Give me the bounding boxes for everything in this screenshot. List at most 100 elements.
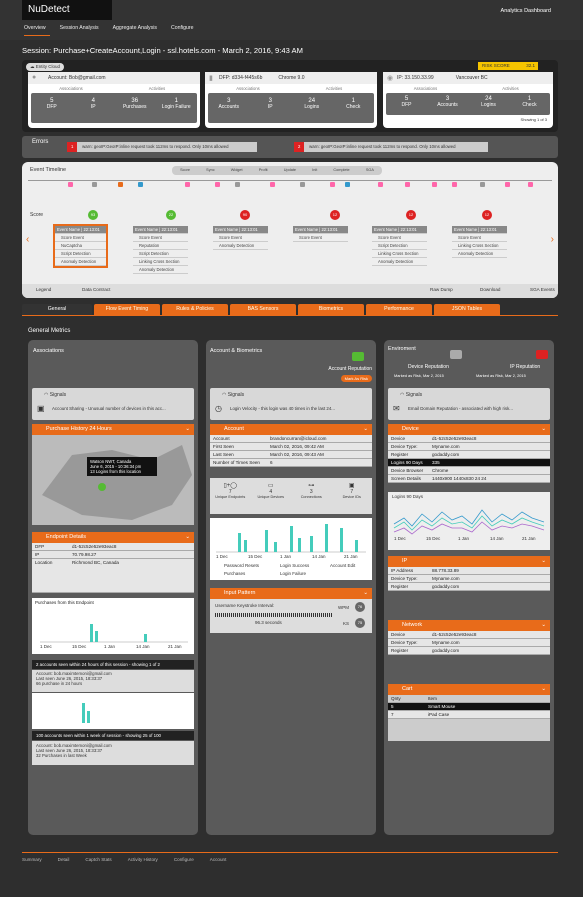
footer-captch-stats[interactable]: Captch Stats	[85, 857, 111, 862]
tab-rules-policies[interactable]: Rules & Policies	[162, 304, 228, 315]
score-circle[interactable]: 93	[88, 210, 98, 220]
account-biometrics-panel: Account & Biometrics Account Reputation …	[206, 340, 376, 835]
nav-session-analysis[interactable]: Session Analysis	[60, 25, 99, 31]
network-row: Register godaddy.com	[388, 647, 550, 655]
account-header[interactable]: Account ⌄	[210, 424, 372, 435]
stat-label: IP	[267, 104, 273, 110]
stat-label: Logins	[304, 104, 320, 110]
device-row: Device d1-52c52e52e93eac8	[388, 435, 550, 443]
x-tick: 1 Jan	[280, 554, 292, 559]
accounts-chart	[32, 693, 194, 729]
input-pattern-header[interactable]: Input Pattern ⌄	[210, 588, 372, 599]
cart-head-row: Qnty Item	[388, 695, 550, 703]
risk-score-value: 32.1	[526, 63, 535, 68]
account-entity-header: Account: Bob@gmail.com	[28, 72, 200, 84]
event-card[interactable]: Event Name | 22:13:01 Score Event Anomaly …	[213, 226, 268, 250]
dfp-entity-card[interactable]: DFP: d334-f445s6b Chrome 9.0 ▮ Associatio…	[205, 72, 377, 128]
footer-detail[interactable]: Detail	[58, 857, 70, 862]
device-mark-status[interactable]: Marked as Risk, Mar 2, 2015	[394, 373, 444, 378]
purchase-history-header[interactable]: Purchase History 24 Hours ⌄	[32, 424, 194, 435]
tab-flow-event-timing[interactable]: Flow Event Timing	[94, 304, 160, 315]
event-card[interactable]: Event Name | 22:13:01 Score Event Reputati…	[133, 226, 188, 274]
endpoint-details-header[interactable]: Endpoint Details ⌄	[32, 532, 194, 543]
tab-biometrics[interactable]: Biometrics	[298, 304, 364, 315]
tab-bas-sensors[interactable]: BAS Sensors	[230, 304, 296, 315]
pagination[interactable]: Showing 1 of 3	[383, 117, 553, 122]
tab-general[interactable]: General	[22, 304, 92, 315]
device-row: Screen Details 1440x900 1440x830 24 24	[388, 475, 550, 483]
risk-score-label: RISK SCORE	[482, 63, 510, 68]
footer-activity-history[interactable]: Activity History	[128, 857, 158, 862]
nav-aggregate-analysis[interactable]: Aggregate Analysis	[113, 25, 157, 31]
event-card[interactable]: Event Name | 22:13:01 Score Event NuCaptch…	[53, 224, 108, 268]
mark-as-risk-button[interactable]: Mark As Risk	[340, 375, 372, 382]
legend-entry: Purchases	[224, 571, 246, 576]
device-section: Device ⌄ Device d1-52c52e52e93eac8 Device …	[388, 424, 550, 483]
data-contract-label[interactable]: Data Contract	[82, 287, 110, 292]
ip-mark-status[interactable]: Marked as Risk, Mar 2, 2015	[476, 373, 526, 378]
session-title: Session: Purchase+CreateAccount,Login - …	[22, 46, 303, 55]
network-header[interactable]: Network ⌄	[388, 620, 550, 631]
purchase-map[interactable]: Watson NWT, Canada June 6, 2015 - 10:36:3…	[32, 435, 194, 525]
stat-label: Login Failure	[161, 104, 191, 110]
nav-configure[interactable]: Configure	[171, 25, 194, 31]
cart-header[interactable]: Cart ⌄	[388, 684, 550, 695]
score-circle[interactable]: 90	[240, 210, 250, 220]
event-card[interactable]: Event Name | 22:13:01 Score Event	[293, 226, 348, 242]
score-circle[interactable]: 12	[406, 210, 416, 220]
device-icon: ▮	[209, 75, 213, 82]
x-tick: 21 Jan	[344, 554, 358, 559]
stat-label: DFP	[401, 102, 412, 108]
footer-account[interactable]: Account	[210, 857, 227, 862]
raw-dump-button[interactable]: Raw Dump	[430, 287, 453, 292]
ks-label: KS	[343, 621, 350, 626]
score-label: Score	[30, 212, 44, 218]
endpoint-details-section: Endpoint Details ⌄ DFP d1-52c52e52e93eac8 …	[32, 532, 194, 593]
devices-icon: ▭	[267, 483, 274, 489]
device-reputation-label: Device Reputation	[408, 364, 449, 370]
signals-card: ◠ Signals ◷ Login Velocity - this login …	[210, 388, 372, 420]
chevron-down-icon: ⌄	[541, 622, 546, 628]
footer-summary[interactable]: Summary	[22, 857, 42, 862]
reputation-icon	[352, 352, 364, 361]
device-row: Device Type: Myname.com	[388, 443, 550, 451]
ip-entity-card[interactable]: IP: 33.150.33.99 Vancouver BC ◉ Associati…	[383, 72, 553, 128]
entity-cloud-label[interactable]: Entity Cloud	[36, 64, 60, 69]
tab-json-tables[interactable]: JSON Tables	[434, 304, 500, 315]
network-section: Network ⌄ Device d1-52c52e52e93eac8 Device…	[388, 620, 550, 655]
chevron-down-icon: ⌄	[363, 426, 368, 432]
device-header[interactable]: Device ⌄	[388, 424, 550, 435]
account-list-item[interactable]: Account: bob.maximtemoni@gmail.com Last s…	[32, 670, 194, 692]
score-circle[interactable]: 22	[166, 210, 176, 220]
ip-header[interactable]: IP ⌄	[388, 556, 550, 567]
x-tick: 1 Dec	[216, 554, 228, 559]
environment-panel: Enviroment Device Reputation IP Reputati…	[384, 340, 554, 835]
errors-title: Errors	[32, 139, 49, 145]
timeline-next-arrow[interactable]: ›	[551, 234, 554, 245]
tab-performance[interactable]: Performance	[366, 304, 432, 315]
account-entity-card[interactable]: Account: Bob@gmail.com ● Associations Act…	[28, 72, 200, 128]
download-button[interactable]: Download	[480, 287, 500, 292]
chevron-down-icon: ⌄	[185, 426, 190, 432]
score-circle[interactable]: 12	[330, 210, 340, 220]
timeline-title: Event Timeline	[30, 167, 67, 173]
timeline-prev-arrow[interactable]: ‹	[26, 234, 29, 245]
nav-overview[interactable]: Overview	[24, 25, 46, 31]
account-list-item[interactable]: Account: bob.maximtemoni@gmail.com Last s…	[32, 741, 194, 765]
top-bar: NuDetect Analytics Dashboard Overview Ses…	[0, 0, 583, 40]
sga-events-toggle[interactable]: SGA Events	[530, 287, 555, 292]
account-reputation-label: Account Reputation	[328, 366, 372, 372]
footer-configure[interactable]: Configure	[174, 857, 194, 862]
stat-label: Accounts	[437, 102, 458, 108]
event-card[interactable]: Event Name | 22:13:01 Score Event Linking …	[452, 226, 507, 258]
clock-icon: ◷	[215, 404, 222, 413]
stat-label: Accounts	[218, 104, 240, 110]
device-row: Device Browser Chrome	[388, 467, 550, 475]
ip-label: IP: 33.150.33.99	[397, 75, 434, 81]
network-icon: ⊶	[308, 483, 315, 489]
legend-label[interactable]: Legend	[36, 287, 51, 292]
legend-entry: Password Resets	[224, 563, 260, 568]
wpm-value: 76	[355, 602, 365, 612]
event-card[interactable]: Event Name | 22:13:01 Score Event Script D…	[372, 226, 427, 266]
score-circle[interactable]: 12	[482, 210, 492, 220]
